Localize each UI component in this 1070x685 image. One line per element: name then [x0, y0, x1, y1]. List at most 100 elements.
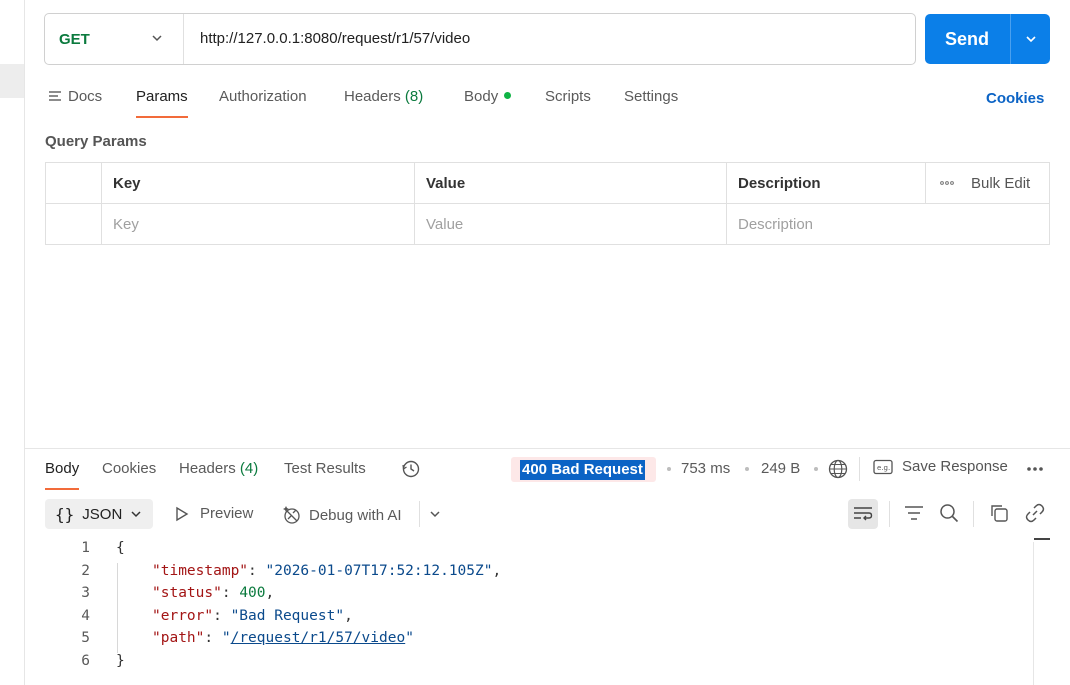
tab-body[interactable]: Body — [464, 86, 512, 118]
example-icon: e.g. — [873, 459, 893, 474]
value-input[interactable]: Value — [415, 204, 727, 244]
format-label: JSON — [82, 505, 123, 523]
response-tab-headers-label: Headers — [179, 460, 236, 477]
json-value-timestamp: "2026-01-07T17:52:12.105Z" — [265, 562, 493, 579]
column-header-key: Key — [102, 163, 415, 204]
meta-separator-dot — [814, 467, 818, 471]
tab-params-label: Params — [136, 88, 188, 105]
scrollbar-thumb[interactable] — [1034, 538, 1050, 540]
send-options-button[interactable] — [1011, 14, 1050, 64]
line-number: 4 — [81, 607, 90, 624]
copy-icon[interactable] — [989, 503, 1009, 523]
code-line-status: "status": 400, — [152, 585, 275, 601]
tab-docs-label: Docs — [68, 88, 103, 105]
tab-headers[interactable]: Headers (8) — [344, 86, 423, 118]
wrap-lines-button[interactable] — [848, 499, 878, 529]
tab-docs[interactable]: Docs — [48, 86, 102, 118]
debug-with-ai-button[interactable]: Debug with AI — [282, 505, 402, 525]
code-line-timestamp: "timestamp": "2026-01-07T17:52:12.105Z", — [152, 562, 502, 579]
response-tab-test-results[interactable]: Test Results — [284, 460, 366, 490]
docs-icon — [49, 91, 61, 101]
json-value-path-link[interactable]: /request/r1/57/video — [231, 630, 406, 646]
json-key-error: "error" — [152, 607, 214, 624]
indent-guide — [117, 563, 118, 653]
preview-button[interactable]: Preview — [175, 505, 253, 522]
response-size: 249 B — [761, 460, 801, 477]
response-tab-body-label: Body — [45, 460, 80, 477]
toolbar-divider — [859, 457, 860, 481]
headers-count: (8) — [404, 88, 424, 105]
json-value-status: 400 — [239, 585, 266, 601]
tab-scripts[interactable]: Scripts — [545, 86, 591, 118]
row-checkbox-cell[interactable] — [46, 204, 102, 244]
status-badge: 400 Bad Request — [511, 457, 656, 482]
svg-text:e.g.: e.g. — [877, 464, 890, 472]
preview-icon — [176, 506, 189, 521]
url-input[interactable]: http://127.0.0.1:8080/request/r1/57/vide… — [200, 14, 470, 64]
status-text: 400 Bad Request — [520, 460, 645, 480]
toolbar-divider — [889, 501, 890, 527]
response-tab-cookies-label: Cookies — [102, 460, 157, 477]
tab-scripts-label: Scripts — [545, 88, 591, 105]
history-icon[interactable] — [401, 459, 421, 479]
description-input[interactable]: Description — [727, 204, 1050, 244]
code-line-path: "path": "/request/r1/57/video" — [152, 630, 414, 646]
json-key-status: "status" — [152, 585, 222, 601]
json-close-brace: } — [116, 652, 125, 669]
tab-headers-label: Headers — [344, 88, 401, 105]
response-tab-headers[interactable]: Headers (4) — [179, 460, 258, 490]
response-time: 753 ms — [681, 460, 731, 477]
query-params-title: Query Params — [45, 133, 147, 150]
scrollbar-track[interactable] — [1033, 542, 1034, 685]
line-number: 2 — [81, 562, 90, 579]
method-selector[interactable]: GET — [45, 14, 184, 64]
method-label: GET — [59, 30, 90, 48]
body-indicator-dot — [504, 92, 512, 99]
query-params-table: Key Value Description Bulk Edit Key Valu… — [45, 162, 1050, 245]
response-tab-body[interactable]: Body — [45, 460, 80, 490]
meta-separator-dot — [745, 467, 749, 471]
chevron-down-icon — [1025, 36, 1036, 43]
link-icon[interactable] — [1025, 503, 1045, 523]
table-header-checkbox-cell — [46, 163, 102, 204]
tab-params[interactable]: Params — [136, 86, 188, 118]
json-braces-icon: {} — [55, 504, 75, 524]
column-header-value: Value — [415, 163, 727, 204]
debug-with-ai-label: Debug with AI — [309, 506, 402, 524]
tab-settings-label: Settings — [624, 88, 679, 105]
url-bar: GET http://127.0.0.1:8080/request/r1/57/… — [44, 13, 916, 65]
chevron-down-icon — [152, 35, 162, 42]
chevron-down-icon — [131, 511, 141, 518]
response-tab-cookies[interactable]: Cookies — [102, 460, 156, 490]
wrap-icon — [854, 507, 873, 521]
preview-label: Preview — [200, 505, 254, 522]
tab-authorization[interactable]: Authorization — [219, 86, 307, 118]
bulk-edit-label: Bulk Edit — [971, 174, 1031, 192]
send-button[interactable]: Send — [925, 14, 1050, 64]
more-icon[interactable] — [1026, 465, 1044, 473]
tab-authorization-label: Authorization — [219, 88, 307, 105]
cookies-link[interactable]: Cookies — [986, 90, 1044, 107]
sidebar-selected-item[interactable] — [0, 64, 24, 98]
line-number: 3 — [81, 585, 90, 601]
code-line-error: "error": "Bad Request", — [152, 607, 353, 624]
toolbar-divider — [973, 501, 974, 527]
chevron-down-icon[interactable] — [429, 508, 441, 520]
line-number: 1 — [81, 540, 90, 556]
toolbar-divider — [419, 501, 420, 527]
meta-separator-dot — [667, 467, 671, 471]
filter-icon[interactable] — [904, 505, 924, 523]
json-value-error: "Bad Request" — [230, 607, 345, 624]
response-divider[interactable] — [25, 448, 1070, 449]
response-headers-count: (4) — [239, 460, 259, 477]
search-icon[interactable] — [939, 503, 959, 523]
save-response-button[interactable]: e.g. Save Response — [873, 458, 1008, 475]
json-key-timestamp: "timestamp" — [152, 562, 249, 579]
key-input[interactable]: Key — [102, 204, 415, 244]
tab-settings[interactable]: Settings — [624, 86, 678, 118]
bulk-edit-button[interactable]: Bulk Edit — [926, 163, 1050, 204]
format-selector[interactable]: {} JSON — [45, 499, 153, 529]
save-response-label: Save Response — [902, 458, 1008, 475]
response-tab-test-results-label: Test Results — [284, 460, 366, 477]
globe-icon[interactable] — [828, 459, 848, 479]
